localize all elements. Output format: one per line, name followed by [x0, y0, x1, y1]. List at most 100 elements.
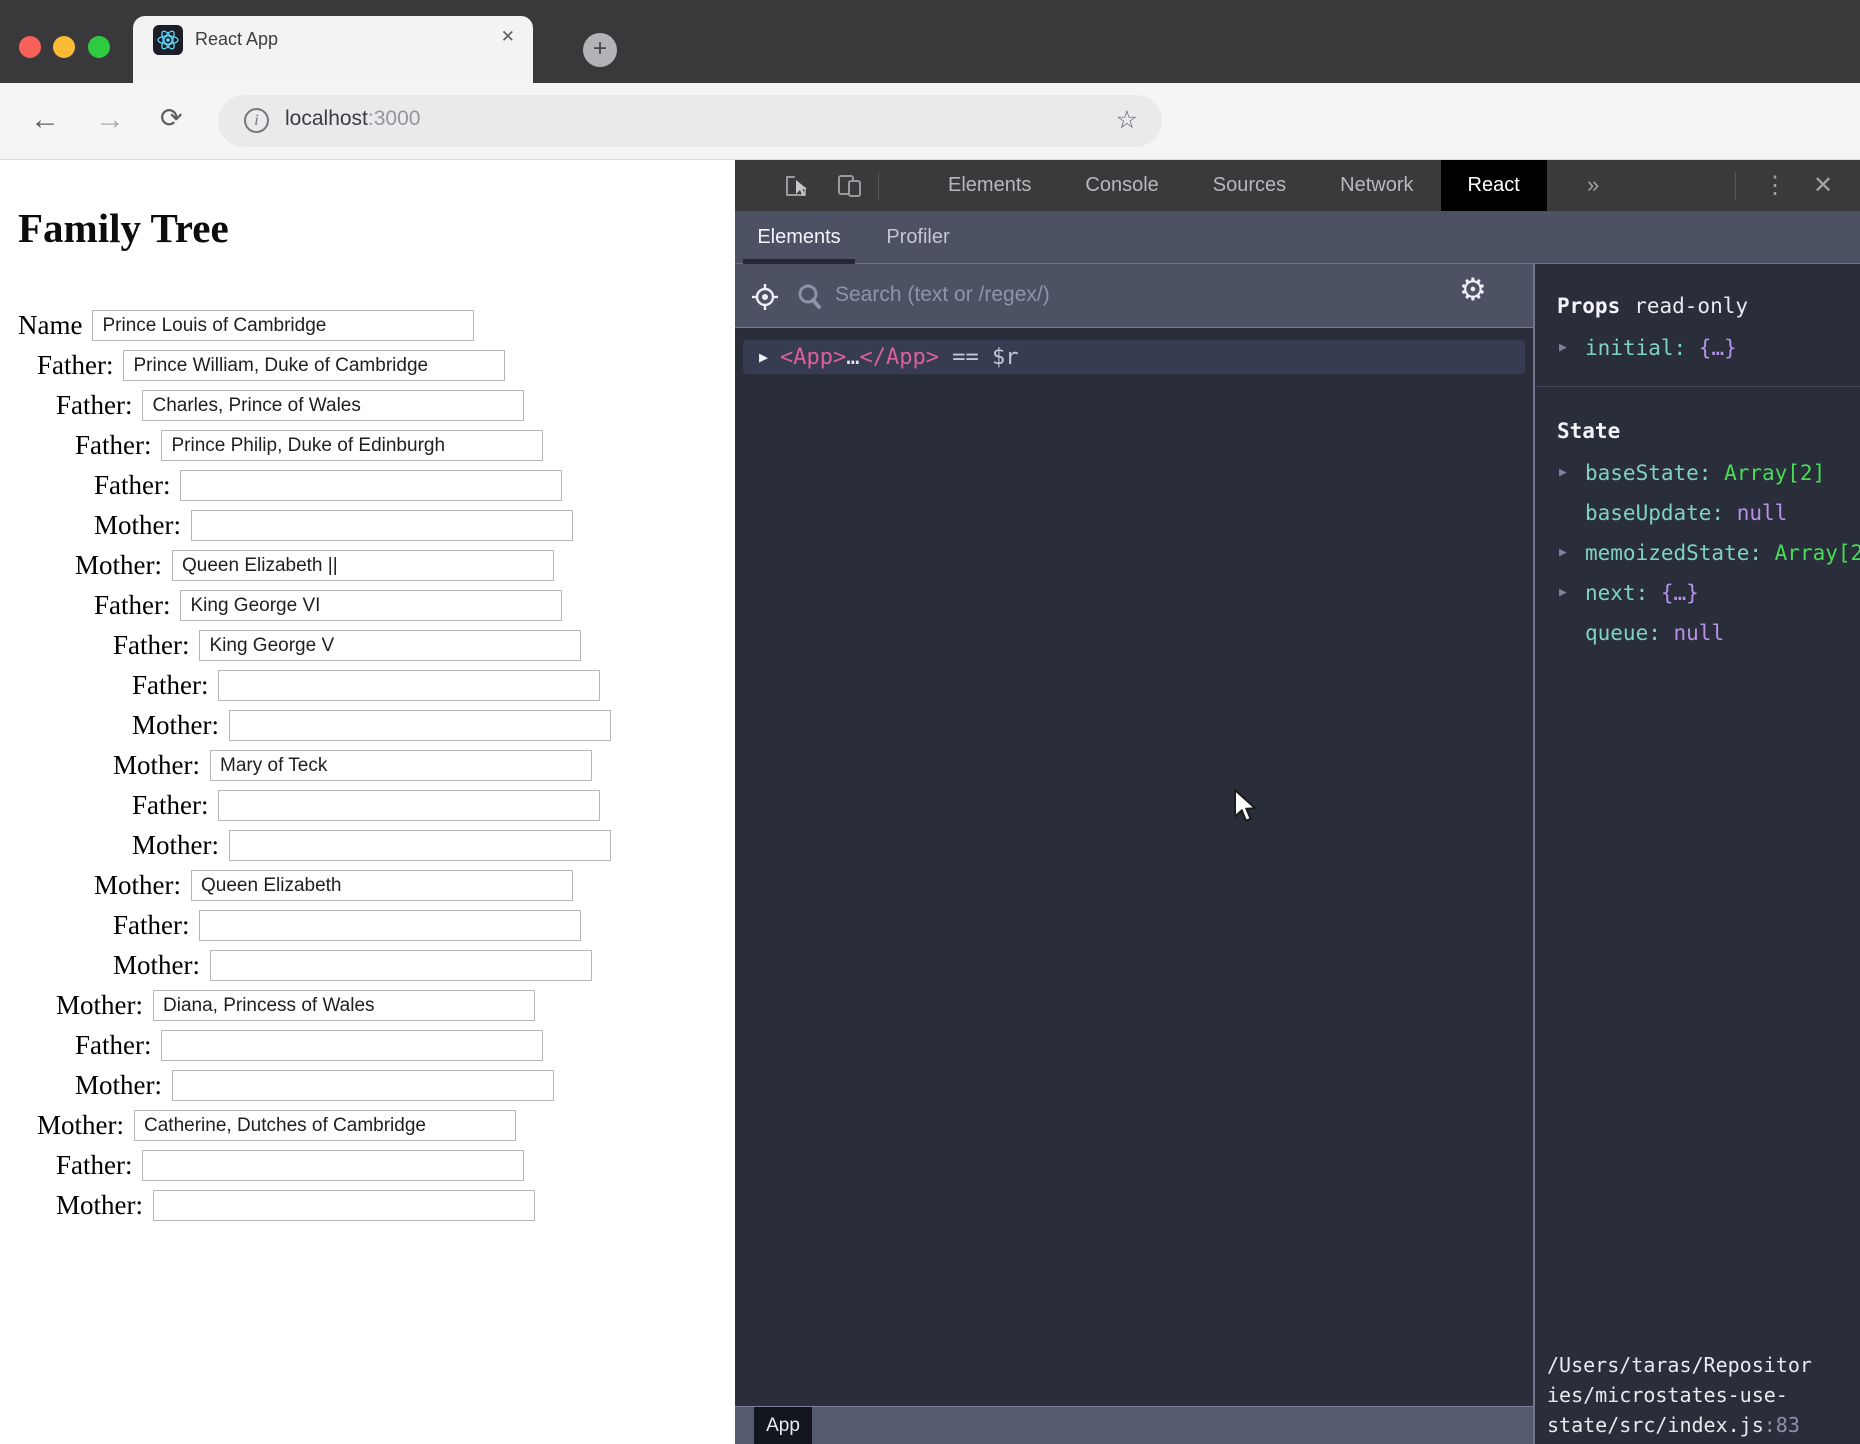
item-key: queue:: [1585, 621, 1674, 645]
reload-icon[interactable]: ⟳: [160, 103, 183, 134]
inspect-element-icon[interactable]: [782, 172, 812, 200]
form-row: Mother:: [0, 870, 735, 901]
form-row: Mother:: [0, 950, 735, 981]
field-label: Mother:: [94, 870, 181, 900]
field-label: Mother:: [94, 510, 181, 540]
tab-close-icon[interactable]: ✕: [501, 27, 515, 47]
devtools-tab-elements[interactable]: Elements: [921, 160, 1058, 211]
name-input[interactable]: [199, 910, 581, 941]
item-value: null: [1737, 501, 1788, 525]
back-icon[interactable]: ←: [30, 103, 60, 137]
name-input[interactable]: [180, 470, 562, 501]
expand-triangle-icon[interactable]: ▶: [1559, 573, 1567, 613]
field-label: Mother:: [113, 950, 200, 980]
browser-toolbar: ← → ⟳ i localhost:3000 ☆ ⚙ U: [0, 83, 1860, 160]
source-file: state/src/index.js: [1547, 1413, 1764, 1437]
expand-triangle-icon[interactable]: ▶: [1559, 533, 1567, 573]
open-tag: <App>: [780, 345, 846, 370]
devtools-close-icon[interactable]: ✕: [1813, 160, 1833, 211]
field-label: Father:: [56, 390, 132, 420]
name-input[interactable]: [153, 1190, 535, 1221]
name-input[interactable]: [218, 670, 600, 701]
form-row: Father:: [0, 670, 735, 701]
url-port: :3000: [368, 107, 421, 130]
new-tab-button[interactable]: +: [583, 33, 617, 67]
name-input[interactable]: [191, 870, 573, 901]
devtools-tab-network[interactable]: Network: [1313, 160, 1440, 211]
form-row: Mother:: [0, 510, 735, 541]
name-input[interactable]: [210, 750, 592, 781]
react-favicon-icon: [153, 25, 183, 55]
device-toolbar-icon[interactable]: [835, 172, 865, 200]
name-input[interactable]: [229, 710, 611, 741]
state-item[interactable]: ▶baseState: Array[2]: [1535, 453, 1860, 493]
devtools-tab-sources[interactable]: Sources: [1186, 160, 1313, 211]
devtools-tab-react[interactable]: React: [1441, 160, 1547, 211]
component-search-input[interactable]: [835, 272, 1395, 318]
name-input[interactable]: [172, 550, 554, 581]
expand-triangle-icon[interactable]: ▶: [759, 348, 768, 366]
name-input[interactable]: [123, 350, 505, 381]
props-title-row: Propsread-only: [1535, 284, 1860, 328]
state-item[interactable]: ▶next: {…}: [1535, 573, 1860, 613]
name-input[interactable]: [92, 310, 474, 341]
panel-divider: [1535, 386, 1860, 387]
form-row: Mother:: [0, 1110, 735, 1141]
name-input[interactable]: [191, 510, 573, 541]
breadcrumb-app-tab[interactable]: App: [754, 1407, 812, 1444]
field-label: Father:: [56, 1150, 132, 1180]
field-label: Mother:: [132, 710, 219, 740]
more-tabs-icon[interactable]: »: [1587, 160, 1599, 211]
subtab-profiler[interactable]: Profiler: [865, 211, 971, 264]
form-row: Mother:: [0, 750, 735, 781]
expand-triangle-icon[interactable]: ▶: [1559, 453, 1567, 493]
devtools-menu-icon[interactable]: ⋮: [1763, 160, 1787, 211]
address-bar[interactable]: i localhost:3000 ☆: [218, 95, 1162, 147]
name-input[interactable]: [210, 950, 592, 981]
traffic-light-maximize[interactable]: [88, 36, 110, 58]
state-title-row: State: [1535, 409, 1860, 453]
props-title: Props: [1557, 294, 1620, 318]
name-input[interactable]: [199, 630, 581, 661]
name-input[interactable]: [161, 430, 543, 461]
field-label: Father:: [75, 430, 151, 460]
name-input[interactable]: [134, 1110, 516, 1141]
react-devtools-subtabs: ElementsProfiler: [735, 211, 1860, 264]
item-key: next:: [1585, 581, 1661, 605]
browser-tab[interactable]: React App ✕: [133, 16, 533, 83]
traffic-light-minimize[interactable]: [53, 36, 75, 58]
name-input[interactable]: [218, 790, 600, 821]
name-input[interactable]: [153, 990, 535, 1021]
bookmark-star-icon[interactable]: ☆: [1116, 105, 1138, 135]
settings-gear-icon[interactable]: ⚙: [1459, 272, 1487, 308]
site-info-icon[interactable]: i: [244, 108, 269, 133]
item-value: null: [1674, 621, 1725, 645]
tag-ellipsis: …: [846, 345, 859, 370]
name-input[interactable]: [161, 1030, 543, 1061]
traffic-light-close[interactable]: [19, 36, 41, 58]
forward-icon[interactable]: →: [95, 103, 125, 137]
form-row: Father:: [0, 910, 735, 941]
name-input[interactable]: [172, 1070, 554, 1101]
field-label: Father:: [75, 1030, 151, 1060]
name-input[interactable]: [229, 830, 611, 861]
name-input[interactable]: [180, 590, 562, 621]
devtools-tab-console[interactable]: Console: [1058, 160, 1185, 211]
screen: React App ✕ + ← → ⟳ i localhost:3000 ☆ ⚙…: [0, 0, 1860, 1444]
state-item[interactable]: ▶memoizedState: Array[2]: [1535, 533, 1860, 573]
form-row: Mother:: [0, 830, 735, 861]
field-label: Mother:: [56, 1190, 143, 1220]
name-input[interactable]: [142, 390, 524, 421]
field-label: Mother:: [75, 550, 162, 580]
expand-triangle-icon[interactable]: ▶: [1559, 328, 1567, 368]
props-item[interactable]: ▶initial: {…}: [1535, 328, 1860, 368]
form-row: Father:: [0, 630, 735, 661]
subtab-elements[interactable]: Elements: [743, 211, 855, 264]
devtools-left-pane: ⚙ ▶<App>…</App> == $r App: [735, 264, 1533, 1444]
state-item: baseUpdate: null: [1535, 493, 1860, 533]
tree-row-app[interactable]: ▶<App>…</App> == $r: [743, 340, 1525, 374]
source-location-link[interactable]: /Users/taras/Repositories/microstates-us…: [1547, 1350, 1857, 1440]
field-label: Mother:: [37, 1110, 124, 1140]
name-input[interactable]: [142, 1150, 524, 1181]
select-component-icon[interactable]: [749, 281, 781, 318]
